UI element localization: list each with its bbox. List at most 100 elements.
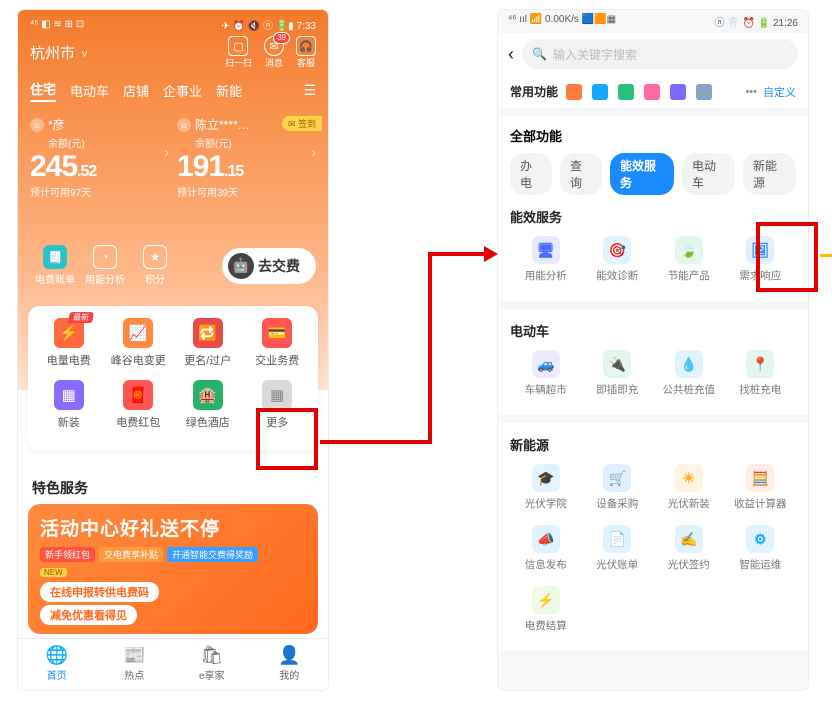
messages-button[interactable]: ✉ 39 消息 [264, 36, 284, 69]
service-更名/过户[interactable]: 🔁更名/过户 [173, 318, 243, 368]
func-label: 设备采购 [582, 496, 654, 511]
func-icon: 🔌 [603, 350, 631, 378]
func-label: 智能运维 [725, 557, 797, 572]
favorites-label: 常用功能 [510, 83, 558, 100]
service-峰谷电变更[interactable]: 📈峰谷电变更 [104, 318, 174, 368]
fav-icon[interactable] [618, 84, 634, 100]
back-button[interactable]: ‹ [508, 44, 514, 65]
nav-hot[interactable]: 📰热点 [96, 639, 174, 690]
func-icon: ⚡ [532, 586, 560, 614]
account-card-1[interactable]: ⌂*彦 余额(元) › 245.52 预计可用97天 [30, 116, 169, 199]
func-光伏新装[interactable]: ☀光伏新装 [653, 464, 725, 511]
service-更多[interactable]: ▦更多 [243, 380, 313, 430]
globe-icon: 🌐 [18, 645, 96, 666]
section-title: 电动车 [510, 321, 796, 340]
account-card-2[interactable]: ✉ 签到 ⌂陈立****… 余额(元) › 191.15 预计可用39天 [177, 116, 316, 199]
func-label: 光伏新装 [653, 496, 725, 511]
func-电费结算[interactable]: ⚡电费结算 [510, 586, 582, 633]
menu-icon[interactable]: ☰ [303, 82, 316, 99]
customize-link[interactable]: 自定义 [763, 84, 796, 100]
nav-me[interactable]: 👤我的 [251, 639, 329, 690]
fav-icon[interactable] [592, 84, 608, 100]
bill-button[interactable]: 🧾电费账单 [30, 245, 80, 286]
tab-newenergy[interactable]: 新能 [216, 81, 242, 100]
func-label: 公共桩充值 [653, 382, 725, 397]
service-icon: 🏨 [193, 380, 223, 410]
chart-icon: ◔ [93, 245, 117, 269]
usage-button[interactable]: ◔用能分析 [80, 245, 130, 286]
func-收益计算器[interactable]: 🧮收益计算器 [725, 464, 797, 511]
messages-badge: 39 [273, 32, 290, 44]
promo-tags: 新手领红包 交电费享补贴 开通智能交费得奖励 [40, 547, 306, 562]
service-icon: ▦ [54, 380, 84, 410]
fav-icon[interactable] [670, 84, 686, 100]
tab-home[interactable]: 住宅 [30, 79, 56, 102]
fav-icon[interactable] [696, 84, 712, 100]
func-icon: 🛒 [603, 464, 631, 492]
func-用能分析[interactable]: 🖥用能分析 [510, 236, 582, 283]
acct2-name: 陈立****… [195, 116, 250, 133]
service-label: 更名/过户 [173, 352, 243, 368]
func-需求响应[interactable]: 🖼需求响应 [725, 236, 797, 283]
scan-icon: ▢ [228, 36, 248, 56]
func-设备采购[interactable]: 🛒 设备采购 [582, 464, 654, 511]
signin-badge[interactable]: ✉ 签到 [282, 116, 322, 131]
tab-ev[interactable]: 电动车 [70, 81, 109, 100]
service-新装[interactable]: ▦新装 [34, 380, 104, 430]
pay-label: 去交费 [258, 256, 300, 276]
points-button[interactable]: ★积分 [130, 245, 180, 286]
scan-label: 扫一扫 [225, 56, 252, 69]
pointer-line [820, 254, 832, 257]
func-能效诊断[interactable]: 🎯能效诊断 [582, 236, 654, 283]
service-电量电费[interactable]: 最新⚡电量电费 [34, 318, 104, 368]
tab-efficiency[interactable]: 能效服务 [610, 153, 674, 195]
bottom-nav: 🌐首页 📰热点 🛍e享家 👤我的 [18, 638, 328, 690]
func-即插即充[interactable]: 🔌即插即充 [582, 350, 654, 397]
bag-icon: 🛍 [173, 645, 251, 666]
city-selector[interactable]: 杭州市 ˅ [30, 42, 88, 63]
func-找桩充电[interactable]: 📍找桩充电 [725, 350, 797, 397]
tab-query[interactable]: 查询 [560, 153, 602, 195]
tab-ev[interactable]: 电动车 [682, 153, 735, 195]
func-label: 光伏签约 [653, 557, 725, 572]
search-icon: 🔍 [532, 47, 547, 61]
scan-button[interactable]: ▢ 扫一扫 [225, 36, 252, 69]
func-车辆超市[interactable]: 🚙车辆超市 [510, 350, 582, 397]
service-label: 绿色酒店 [173, 414, 243, 430]
fav-icon[interactable] [566, 84, 582, 100]
favorite-icons [566, 84, 712, 100]
nav-ehome[interactable]: 🛍e享家 [173, 639, 251, 690]
service-label: 电费红包 [104, 414, 174, 430]
promo-line1: 在线申报转供电费码 [40, 582, 159, 602]
service-绿色酒店[interactable]: 🏨 绿色酒店 [173, 380, 243, 430]
func-光伏签约[interactable]: ✍光伏签约 [653, 525, 725, 572]
section-能效服务: 能效服务🖥用能分析🎯能效诊断🍃节能产品🖼需求响应 [498, 195, 808, 301]
func-光伏学院[interactable]: 🎓光伏学院 [510, 464, 582, 511]
service-电费红包[interactable]: 🧧电费红包 [104, 380, 174, 430]
service-label: 电量电费 [34, 352, 104, 368]
acct2-days: 预计可用39天 [177, 184, 316, 199]
star-icon: ★ [143, 245, 167, 269]
func-label: 需求响应 [725, 268, 797, 283]
func-光伏账单[interactable]: 📄光伏账单 [582, 525, 654, 572]
arrow-segment [428, 252, 486, 256]
fav-icon[interactable] [644, 84, 660, 100]
service-交业务费[interactable]: 💳交业务费 [243, 318, 313, 368]
promo-banner[interactable]: 活动中心好礼送不停 新手领红包 交电费享补贴 开通智能交费得奖励 NEW 在线申… [28, 504, 318, 634]
func-节能产品[interactable]: 🍃节能产品 [653, 236, 725, 283]
func-公共桩充值[interactable]: 💧公共桩充值 [653, 350, 725, 397]
support-button[interactable]: 🎧 客服 [296, 36, 316, 69]
tab-apply[interactable]: 办电 [510, 153, 552, 195]
search-input[interactable]: 🔍 输入关键字搜索 [522, 39, 798, 69]
tab-newenergy[interactable]: 新能源 [743, 153, 796, 195]
pay-button[interactable]: 🤖 去交费 [222, 248, 316, 284]
nav-home[interactable]: 🌐首页 [18, 639, 96, 690]
tab-enterprise[interactable]: 企事业 [163, 81, 202, 100]
more-icon[interactable]: ••• [745, 86, 757, 98]
section-title: 特色服务 [32, 478, 88, 498]
func-信息发布[interactable]: 📣信息发布 [510, 525, 582, 572]
func-icon: 🍃 [675, 236, 703, 264]
func-智能运维[interactable]: ⚙智能运维 [725, 525, 797, 572]
new-badge: NEW [40, 568, 67, 577]
tab-shop[interactable]: 店铺 [123, 81, 149, 100]
